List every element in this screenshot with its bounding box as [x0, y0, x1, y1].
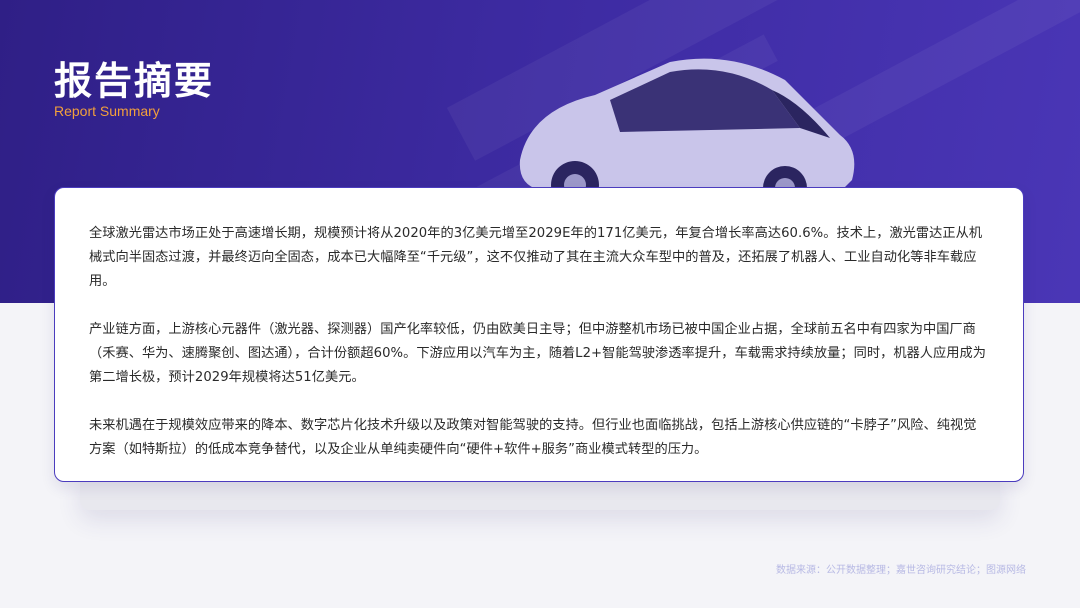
page-subtitle: Report Summary	[54, 103, 160, 119]
data-source-note: 数据来源：公开数据整理；嘉世咨询研究结论；图源网络	[776, 565, 1026, 576]
summary-paragraph-market: 全球激光雷达市场正处于高速增长期，规模预计将从2020年的3亿美元增至2029E…	[89, 226, 983, 289]
page-title: 报告摘要	[54, 59, 215, 103]
summary-card: 全球激光雷达市场正处于高速增长期，规模预计将从2020年的3亿美元增至2029E…	[54, 187, 1024, 482]
summary-paragraph-outlook: 未来机遇在于规模效应带来的降本、数字芯片化技术升级以及政策对智能驾驶的支持。但行…	[89, 418, 977, 457]
summary-paragraph-industry-chain: 产业链方面，上游核心元器件（激光器、探测器）国产化率较低，仍由欧美日主导；但中游…	[89, 322, 986, 385]
